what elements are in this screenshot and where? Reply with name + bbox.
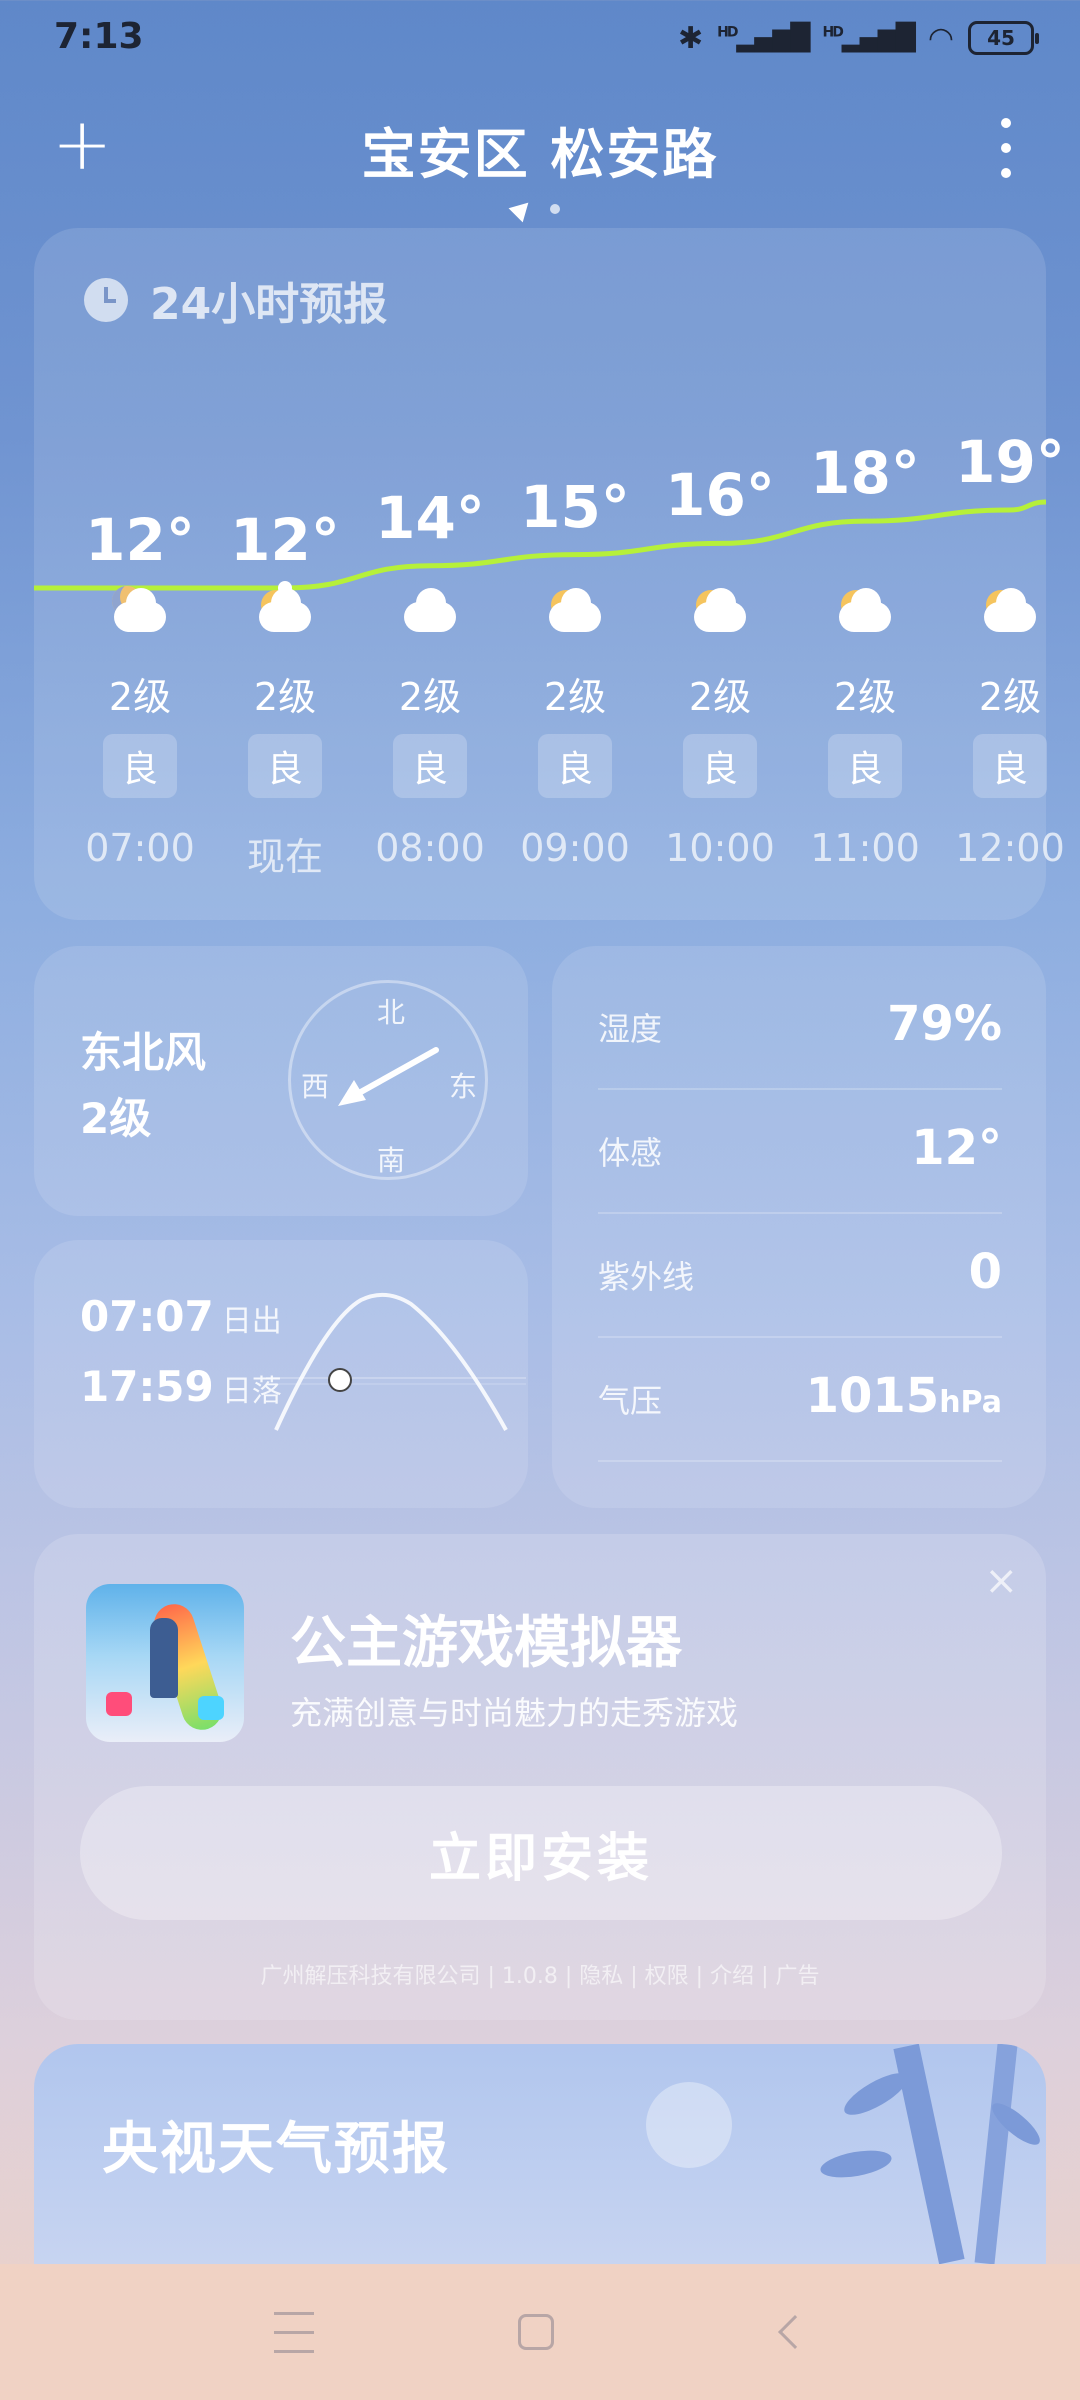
compass: 北 南 东 西 [288, 980, 488, 1180]
location-arrow-icon [508, 195, 536, 223]
hour-aqi-badge: 良 [103, 734, 177, 798]
hour-aqi-badge: 良 [828, 734, 902, 798]
partly-cloudy-icon [650, 588, 790, 652]
detail-humidity: 湿度 79% [598, 966, 1002, 1090]
hour-wind: 2级 [253, 675, 317, 719]
hour-time: 10:00 [665, 826, 775, 870]
sunrise-time: 07:07 [80, 1292, 214, 1341]
detail-label: 气压 [598, 1382, 663, 1420]
hour-time: 08:00 [375, 826, 485, 870]
wind-arrow-icon [338, 1047, 439, 1106]
sun-card[interactable]: 07:07 日出 17:59 日落 [34, 1240, 528, 1508]
detail-feels-like: 体感 12° [598, 1090, 1002, 1214]
status-icons: ✱ HD▂▄▆█ HD▂▄▆█ ◠ 45 [678, 16, 1039, 60]
battery-icon: 45 [968, 21, 1039, 55]
back-button[interactable] [760, 2302, 820, 2362]
header: + 宝安区 松安路 [0, 100, 1080, 196]
signal-icon-2: HD▂▄▆█ [822, 23, 915, 53]
ad-meta: 广州解压科技有限公司 | 1.0.8 | 隐私 | 权限 | 介绍 | 广告 [260, 1964, 820, 1989]
hour-temp: 16° [665, 461, 775, 530]
more-dot-icon [1001, 168, 1011, 178]
hour-wind: 2级 [833, 675, 897, 719]
more-menu-button[interactable] [986, 118, 1026, 178]
hour-aqi-badge: 良 [393, 734, 467, 798]
hour-temp: 12° [85, 506, 195, 574]
ad-title[interactable]: 公主游戏模拟器 [290, 1598, 682, 1679]
partly-cloudy-icon [505, 588, 645, 652]
detail-value: 1015hPa [805, 1368, 1002, 1424]
hour-aqi-badge: 良 [248, 734, 322, 798]
hour-wind: 2级 [688, 675, 752, 719]
status-bar: 7:13 ✱ HD▂▄▆█ HD▂▄▆█ ◠ 45 [0, 0, 1080, 76]
hour-temp: 18° [810, 439, 920, 508]
more-dot-icon [1001, 118, 1011, 128]
ad-card[interactable]: × 公主游戏模拟器 充满创意与时尚魅力的走秀游戏 立即安装 广州解压科技有限公司… [34, 1534, 1046, 2020]
hour-aqi-badge: 良 [973, 734, 1047, 798]
hour-time: 09:00 [520, 826, 630, 870]
temperature-curve [34, 499, 1046, 595]
more-dot-icon [1001, 143, 1011, 153]
wind-level: 2级 [80, 1094, 152, 1143]
partly-cloudy-icon [795, 588, 935, 652]
sunrise-row: 07:07 日出 [80, 1292, 282, 1341]
hourly-forecast-card[interactable]: 24小时预报 12° 2级良 07:00 12° 2级良现在 14° 2级良 08:00 15°… [34, 228, 1065, 920]
back-icon [778, 2315, 812, 2349]
hour-wind: 2级 [108, 675, 172, 719]
moon-decoration [646, 2082, 732, 2168]
page-title: 宝安区 松安路 [361, 123, 719, 186]
hour-temp: 15° [520, 472, 630, 541]
bamboo-decoration [820, 2044, 1040, 2264]
hour-aqi-badge: 良 [683, 734, 757, 798]
wind-info: 东北风 2级 [80, 1020, 206, 1152]
sun-arc [266, 1292, 526, 1431]
signal-icon: HD▂▄▆█ [717, 23, 810, 53]
hour-aqi-badge: 良 [538, 734, 612, 798]
home-button[interactable] [506, 2302, 566, 2362]
close-ad-button[interactable]: × [984, 1558, 1018, 1604]
page-dot [550, 204, 560, 214]
hour-time: 11:00 [810, 826, 920, 870]
system-nav-bar [0, 2264, 1080, 2400]
detail-value: 12° [911, 1120, 1002, 1176]
cctv-title: 央视天气预报 [102, 2117, 450, 2182]
detail-value: 0 [968, 1244, 1002, 1300]
wind-direction: 东北风 [80, 1028, 207, 1077]
detail-unit: hPa [939, 1385, 1002, 1420]
hour-temp: 14° [375, 483, 485, 552]
cloudy-icon [360, 588, 500, 652]
hour-time: 12:00 [955, 826, 1065, 870]
recent-apps-button[interactable] [264, 2302, 324, 2362]
partly-cloudy-icon [215, 588, 355, 652]
hour-wind: 2级 [978, 675, 1042, 719]
detail-label: 体感 [598, 1134, 663, 1172]
details-card[interactable]: 湿度 79% 体感 12° 紫外线 0 气压 1015hPa [552, 946, 1046, 1508]
hour-wind: 2级 [398, 675, 462, 719]
hour-temp: 12° [230, 506, 340, 574]
page-indicator [508, 195, 560, 223]
bluetooth-icon: ✱ [678, 20, 704, 56]
cctv-weather-card[interactable]: 央视天气预报 [34, 2044, 1046, 2264]
wifi-icon: ◠ [927, 20, 954, 56]
install-button[interactable]: 立即安装 [80, 1786, 1002, 1920]
sunset-time: 17:59 [80, 1362, 214, 1411]
hour-time: 现在 [246, 835, 323, 879]
ad-app-thumbnail[interactable] [86, 1584, 244, 1742]
hour-time: 07:00 [85, 826, 195, 870]
sunset-row: 17:59 日落 [80, 1362, 282, 1411]
partly-cloudy-icon [940, 588, 1080, 652]
detail-pressure: 气压 1015hPa [598, 1338, 1002, 1462]
detail-uv: 紫外线 0 [598, 1214, 1002, 1338]
hour-temp: 19° [955, 428, 1065, 496]
home-icon [518, 2314, 554, 2350]
hour-wind: 2级 [543, 675, 607, 719]
detail-value: 79% [887, 996, 1002, 1052]
ad-subtitle: 充满创意与时尚魅力的走秀游戏 [290, 1694, 739, 1732]
night-cloud-icon [70, 586, 210, 652]
status-time: 7:13 [54, 16, 144, 57]
sun-position-icon [328, 1368, 352, 1392]
wind-card[interactable]: 东北风 2级 北 南 东 西 [34, 946, 528, 1216]
detail-label: 紫外线 [598, 1258, 695, 1296]
detail-label: 湿度 [598, 1010, 663, 1048]
